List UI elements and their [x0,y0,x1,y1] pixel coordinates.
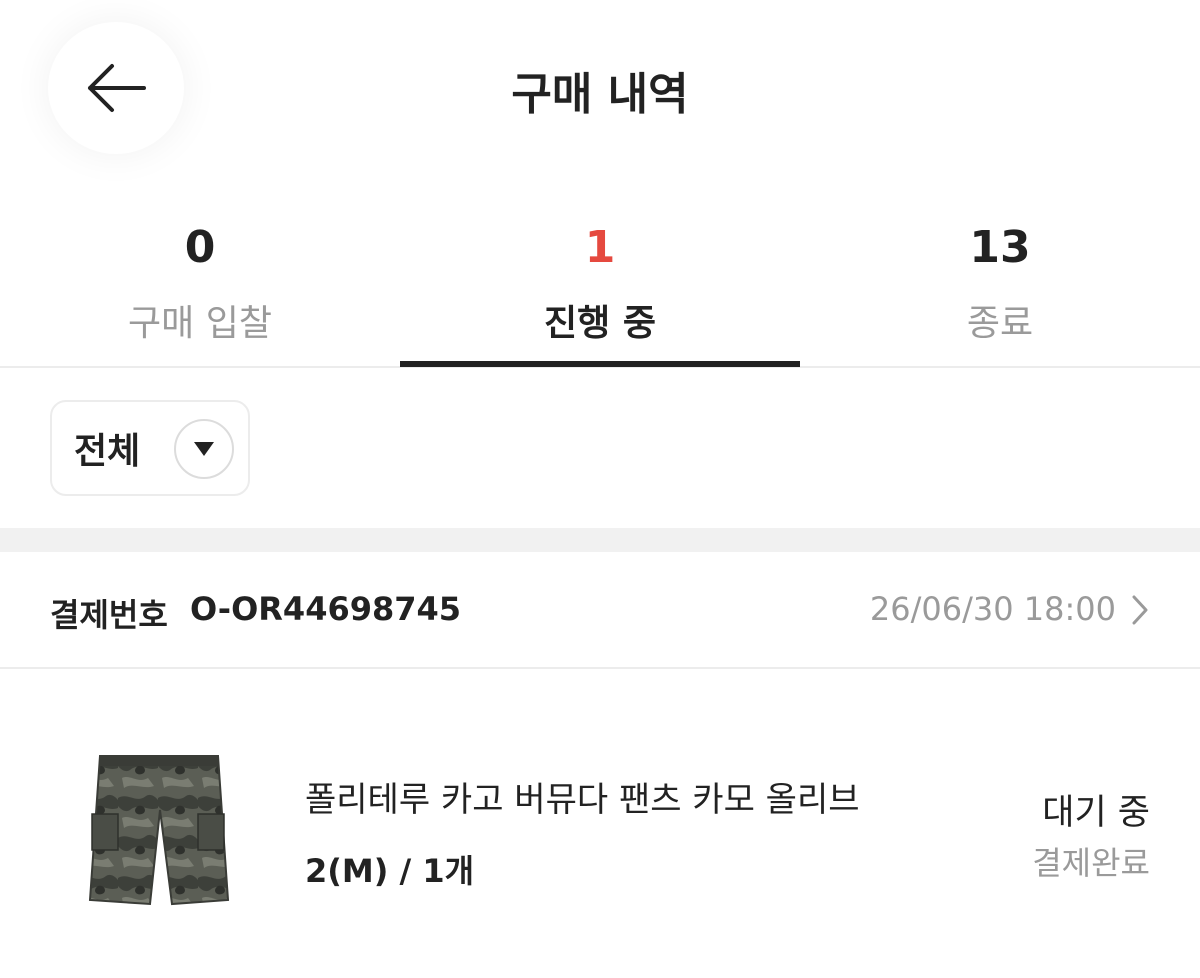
tab-bidding-label: 구매 입찰 [128,303,272,344]
page-title: 구매 내역 [511,69,689,120]
order-number: O-OR44698745 [190,590,462,628]
section-divider [0,528,1200,552]
status-tabs: 0 구매 입찰 1 진행 중 13 종료 [0,210,1200,368]
filter-dropdown[interactable]: 전체 [50,400,250,496]
tab-in-progress[interactable]: 1 진행 중 [400,210,800,368]
header: 구매 내역 [0,0,1200,180]
tab-bidding-count: 0 [184,222,216,273]
order-number-label: 결제번호 [50,596,168,634]
caret-down-icon [174,419,234,479]
order-item[interactable]: 폴리테루 카고 버뮤다 팬츠 카모 올리브 2(M) / 1개 대기 중 결제완… [0,670,1200,978]
order-date: 26/06/30 18:00 [869,590,1116,628]
chevron-right-icon [1132,595,1148,625]
status-badge: 대기 중 [1042,793,1150,833]
filter-label: 전체 [74,431,141,472]
tab-in-progress-count: 1 [584,222,616,273]
product-name: 폴리테루 카고 버뮤다 팬츠 카모 올리브 [305,780,860,820]
product-option: 2(M) / 1개 [305,852,475,890]
product-thumbnail [88,755,230,906]
tab-finished-label: 종료 [966,303,1034,344]
payment-status: 결제완료 [1032,844,1150,882]
tab-finished-count: 13 [969,222,1031,273]
active-tab-indicator [400,361,800,367]
tab-in-progress-label: 진행 중 [544,303,656,344]
tab-finished[interactable]: 13 종료 [800,210,1200,368]
order-header[interactable]: 결제번호 O-OR44698745 26/06/30 18:00 [0,552,1200,669]
tab-bidding[interactable]: 0 구매 입찰 [0,210,400,368]
